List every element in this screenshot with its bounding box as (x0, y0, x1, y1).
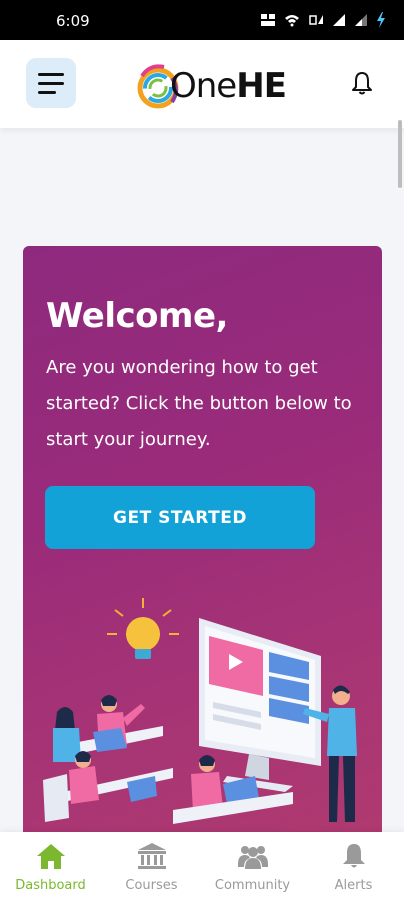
logo-text-light: One (170, 66, 237, 106)
bell-icon (342, 844, 365, 868)
signal-icon (333, 14, 345, 26)
nav-item-alerts[interactable]: Alerts (303, 832, 404, 900)
welcome-card: Welcome, Are you wondering how to get st… (23, 246, 382, 846)
status-icons (260, 12, 386, 28)
notification-button[interactable] (350, 70, 374, 96)
volte-icon (309, 15, 323, 25)
wifi-icon (285, 15, 299, 27)
hamburger-menu-icon (38, 72, 64, 76)
nav-label-dashboard: Dashboard (15, 878, 86, 893)
battery-charging-icon (377, 12, 385, 28)
logo-text-bold: HE (236, 66, 287, 106)
app-header: OneHE (0, 40, 404, 128)
bottom-navigation: Dashboard Courses Community Alerts (0, 832, 404, 900)
data-speed-icon (261, 14, 275, 26)
people-icon (237, 846, 268, 869)
nav-item-community[interactable]: Community (202, 832, 303, 900)
nav-item-dashboard[interactable]: Dashboard (0, 832, 101, 900)
monitor-illustration (199, 618, 321, 792)
bell-icon (352, 72, 372, 95)
status-time: 6:09 (56, 12, 90, 30)
get-started-button[interactable]: GET STARTED (45, 486, 315, 549)
welcome-message: Are you wondering how to get started? Cl… (46, 357, 352, 450)
lightbulb-icon (107, 598, 179, 659)
home-icon (36, 844, 65, 869)
status-bar: 6:09 (0, 0, 404, 40)
menu-button[interactable] (26, 58, 76, 108)
signal-icon (355, 14, 367, 26)
institution-icon (137, 843, 166, 869)
learning-illustration (43, 598, 357, 824)
scrollbar[interactable] (398, 120, 402, 188)
nav-label-community: Community (214, 878, 291, 893)
nav-label-alerts: Alerts (334, 878, 373, 893)
welcome-title: Welcome, (46, 296, 228, 336)
nav-label-courses: Courses (125, 878, 178, 893)
onehe-logo: OneHE (130, 58, 290, 114)
nav-item-courses[interactable]: Courses (101, 832, 202, 900)
